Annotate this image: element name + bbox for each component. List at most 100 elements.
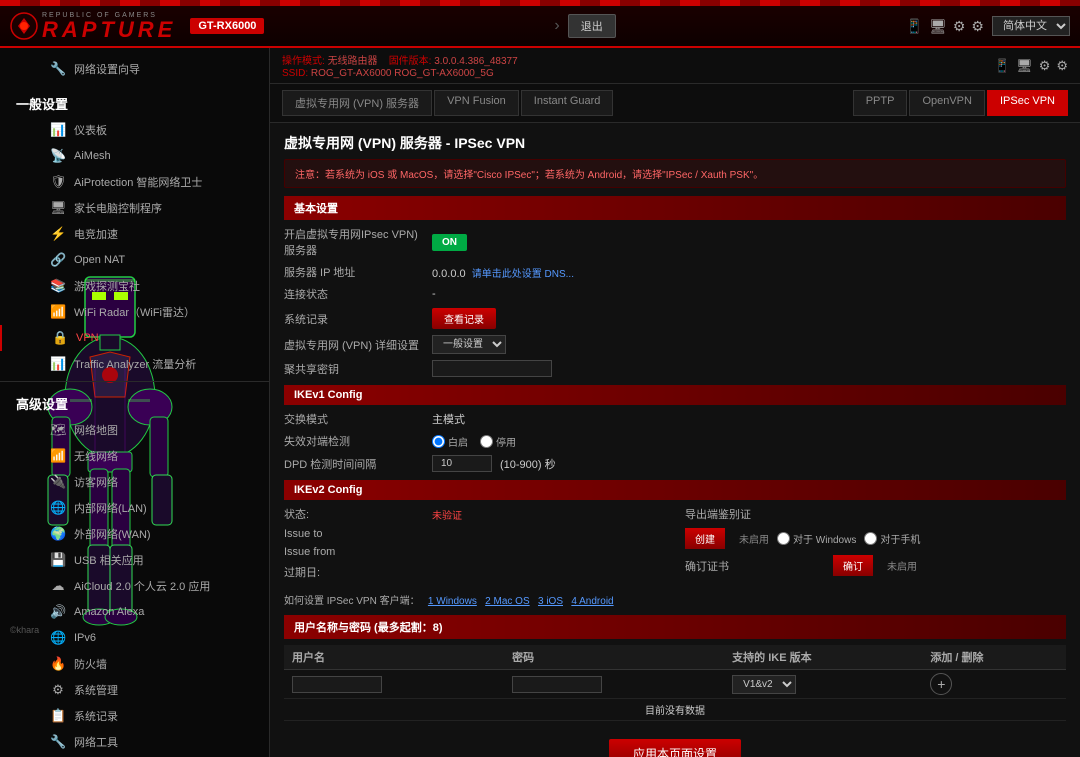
radio-enable-input[interactable]	[432, 435, 445, 448]
vpn-detail-select[interactable]: 一般设置	[432, 335, 506, 354]
issue-from-label: Issue from	[284, 546, 424, 558]
col-username: 用户名	[284, 645, 504, 670]
new-username-input[interactable]	[292, 676, 382, 693]
chevron-right-icon: ›	[554, 17, 559, 35]
for-phone-label[interactable]: 对于手机	[864, 531, 920, 546]
col-password: 密码	[504, 645, 724, 670]
for-phone-radio[interactable]	[864, 532, 877, 545]
ike-version-select[interactable]: V1&v2	[732, 675, 796, 694]
create-cert-button[interactable]: 创建	[685, 528, 725, 549]
sidebar-item-traffic[interactable]: 📊 Traffic Analyzer 流量分析	[0, 351, 269, 377]
connection-value: -	[432, 288, 436, 300]
monitor-icon[interactable]: 🖥	[929, 18, 947, 35]
radio-enable[interactable]: 白启	[432, 434, 468, 449]
sidebar-item-guestnet[interactable]: 🔌 访客网络	[0, 469, 269, 495]
form-row-server-ip: 服务器 IP 地址 0.0.0.0 请单击此处设置 DNS...	[284, 264, 1066, 280]
apply-button[interactable]: 应用本页面设置	[609, 739, 741, 757]
syslog-form-label: 系统记录	[284, 311, 424, 327]
for-windows-label[interactable]: 对于 Windows	[777, 531, 856, 546]
ssid-info: SSID: ROG_GT-AX6000 ROG_GT-AX6000_5G	[282, 68, 518, 79]
tab-vpn-fusion[interactable]: VPN Fusion	[434, 90, 519, 116]
empty-row: 目前没有数据	[284, 699, 1066, 721]
sidebar-item-gaming[interactable]: ⚡ 电竞加速	[0, 221, 269, 247]
add-user-button[interactable]: +	[930, 673, 952, 695]
for-windows-radio[interactable]	[777, 532, 790, 545]
ikev2-cert-info: 状态: 未验证 Issue to Issue from 过期日:	[284, 506, 665, 586]
sidebar-item-networkmap[interactable]: 🗺 网络地图	[0, 417, 269, 443]
usb-icon: 💾	[50, 552, 66, 568]
sidebar-item-nettools[interactable]: 🔧 网络工具	[0, 729, 269, 755]
sidebar-item-dashboard[interactable]: 📊 仪表板	[0, 117, 269, 143]
dns-link[interactable]: 请单击此处设置 DNS...	[472, 269, 574, 280]
tab-ipsec[interactable]: IPSec VPN	[987, 90, 1068, 116]
issue-to-label: Issue to	[284, 528, 424, 540]
sidebar-item-aiprotection[interactable]: 🛡 AiProtection 智能网络卫士	[0, 169, 269, 195]
sidebar-item-wifiradar[interactable]: 📶 WiFi Radar（WiFi雷达）	[0, 299, 269, 325]
radio-disable-input[interactable]	[480, 435, 493, 448]
sidebar-item-parental[interactable]: 🖥 家长电脑控制程序	[0, 195, 269, 221]
settings2-icon[interactable]: ⚙	[971, 18, 984, 35]
sidebar-item-vpn[interactable]: 🔒 VPN	[0, 325, 269, 351]
connection-label: 连接状态	[284, 286, 424, 302]
cert-status-value: 未验证	[432, 507, 462, 522]
sidebar-item-aimesh[interactable]: 📡 AiMesh	[0, 143, 269, 169]
vpn-toggle[interactable]: ON	[432, 234, 467, 251]
phone-icon[interactable]: 📱	[906, 18, 923, 35]
confirm-cert-row: 确订证书 确订 未启用	[685, 555, 1066, 576]
gear-status-icon[interactable]: ⚙	[1039, 58, 1051, 74]
radio-disable[interactable]: 停用	[480, 434, 516, 449]
sidebar-item-usb[interactable]: 💾 USB 相关应用	[0, 547, 269, 573]
sidebar-item-aicloud[interactable]: ☁ AiCloud 2.0 个人云 2.0 应用	[0, 573, 269, 599]
sidebar-item-sysadmin[interactable]: ⚙ 系统管理	[0, 677, 269, 703]
setup-wizard-item[interactable]: 🔧 网络设置向导	[0, 56, 269, 82]
sidebar-item-alexa[interactable]: 🔊 Amazon Alexa	[0, 599, 269, 625]
tab-vpn-server[interactable]: 虚拟专用网 (VPN) 服务器	[282, 90, 432, 116]
cert-status-row: 状态: 未验证	[284, 506, 665, 522]
nettools-icon: 🔧	[50, 734, 66, 750]
empty-msg: 目前没有数据	[284, 699, 1066, 721]
user-section-bar: 用户名称与密码 (最多起割：8)	[284, 615, 1066, 639]
sidebar-item-ipv6[interactable]: 🌐 IPv6	[0, 625, 269, 651]
howto-windows-link[interactable]: 1 Windows	[428, 596, 477, 607]
tab-instant-guard[interactable]: Instant Guard	[521, 90, 614, 116]
user-input-row: V1&v2 +	[284, 670, 1066, 699]
sidebar-item-gameradar[interactable]: 📚 游戏探测宝社	[0, 273, 269, 299]
form-row-vpn-detail: 虚拟专用网 (VPN) 详细设置 一般设置	[284, 335, 1066, 354]
language-select[interactable]: 简体中文	[992, 16, 1070, 36]
howto-ios-link[interactable]: 3 iOS	[538, 596, 563, 607]
khara-copyright: ©khara	[10, 625, 39, 635]
ikev2-section: 状态: 未验证 Issue to Issue from 过期日:	[284, 506, 1066, 586]
sidebar-item-opennat[interactable]: 🔗 Open NAT	[0, 247, 269, 273]
sidebar-item-wan[interactable]: 🌍 外部网络(WAN)	[0, 521, 269, 547]
settings-status-icon[interactable]: ⚙	[1056, 58, 1068, 74]
sidebar-item-firewall[interactable]: 🔥 防火墙	[0, 651, 269, 677]
form-row-exchange-mode: 交换模式 主模式	[284, 411, 1066, 427]
aicloud-icon: ☁	[50, 578, 66, 594]
sidebar-item-syslog[interactable]: 📋 系统记录	[0, 703, 269, 729]
sidebar-item-lan[interactable]: 🌐 内部网络(LAN)	[0, 495, 269, 521]
psk-input[interactable]	[432, 360, 552, 377]
export-auth-row: 导出端鉴别证	[685, 506, 1066, 522]
exit-button[interactable]: 退出	[568, 14, 616, 38]
nav-tabs: 虚拟专用网 (VPN) 服务器 VPN Fusion Instant Guard…	[270, 84, 1080, 123]
wan-icon: 🌍	[50, 526, 66, 542]
firmware-value: 3.0.0.4.386_48377	[434, 56, 517, 67]
tab-pptp[interactable]: PPTP	[853, 90, 908, 116]
page-body: 虚拟专用网 (VPN) 服务器 - IPSec VPN 注意：若系统为 iOS …	[270, 123, 1080, 757]
dpd-range: (10-900) 秒	[500, 456, 556, 472]
new-password-input[interactable]	[512, 676, 602, 693]
sidebar-divider	[0, 381, 269, 382]
user-table: 用户名 密码 支持的 IKE 版本 添加 / 删除 V1&v2	[284, 645, 1066, 721]
dpd-interval-input[interactable]	[432, 455, 492, 472]
rapture-title: RAPTURE	[42, 19, 176, 41]
view-log-button[interactable]: 查看记录	[432, 308, 496, 329]
settings-icon[interactable]: ⚙	[953, 18, 966, 35]
sidebar-item-wireless[interactable]: 📶 无线网络	[0, 443, 269, 469]
howto-macos-link[interactable]: 2 Mac OS	[485, 596, 529, 607]
ikev1-config-bar: IKEv1 Config	[284, 385, 1066, 405]
howto-android-link[interactable]: 4 Android	[571, 596, 613, 607]
tab-openvpn[interactable]: OpenVPN	[909, 90, 985, 116]
confirm-cert-button[interactable]: 确订	[833, 555, 873, 576]
header-center[interactable]: › 退出	[554, 14, 615, 38]
vpn-icon: 🔒	[52, 330, 68, 346]
